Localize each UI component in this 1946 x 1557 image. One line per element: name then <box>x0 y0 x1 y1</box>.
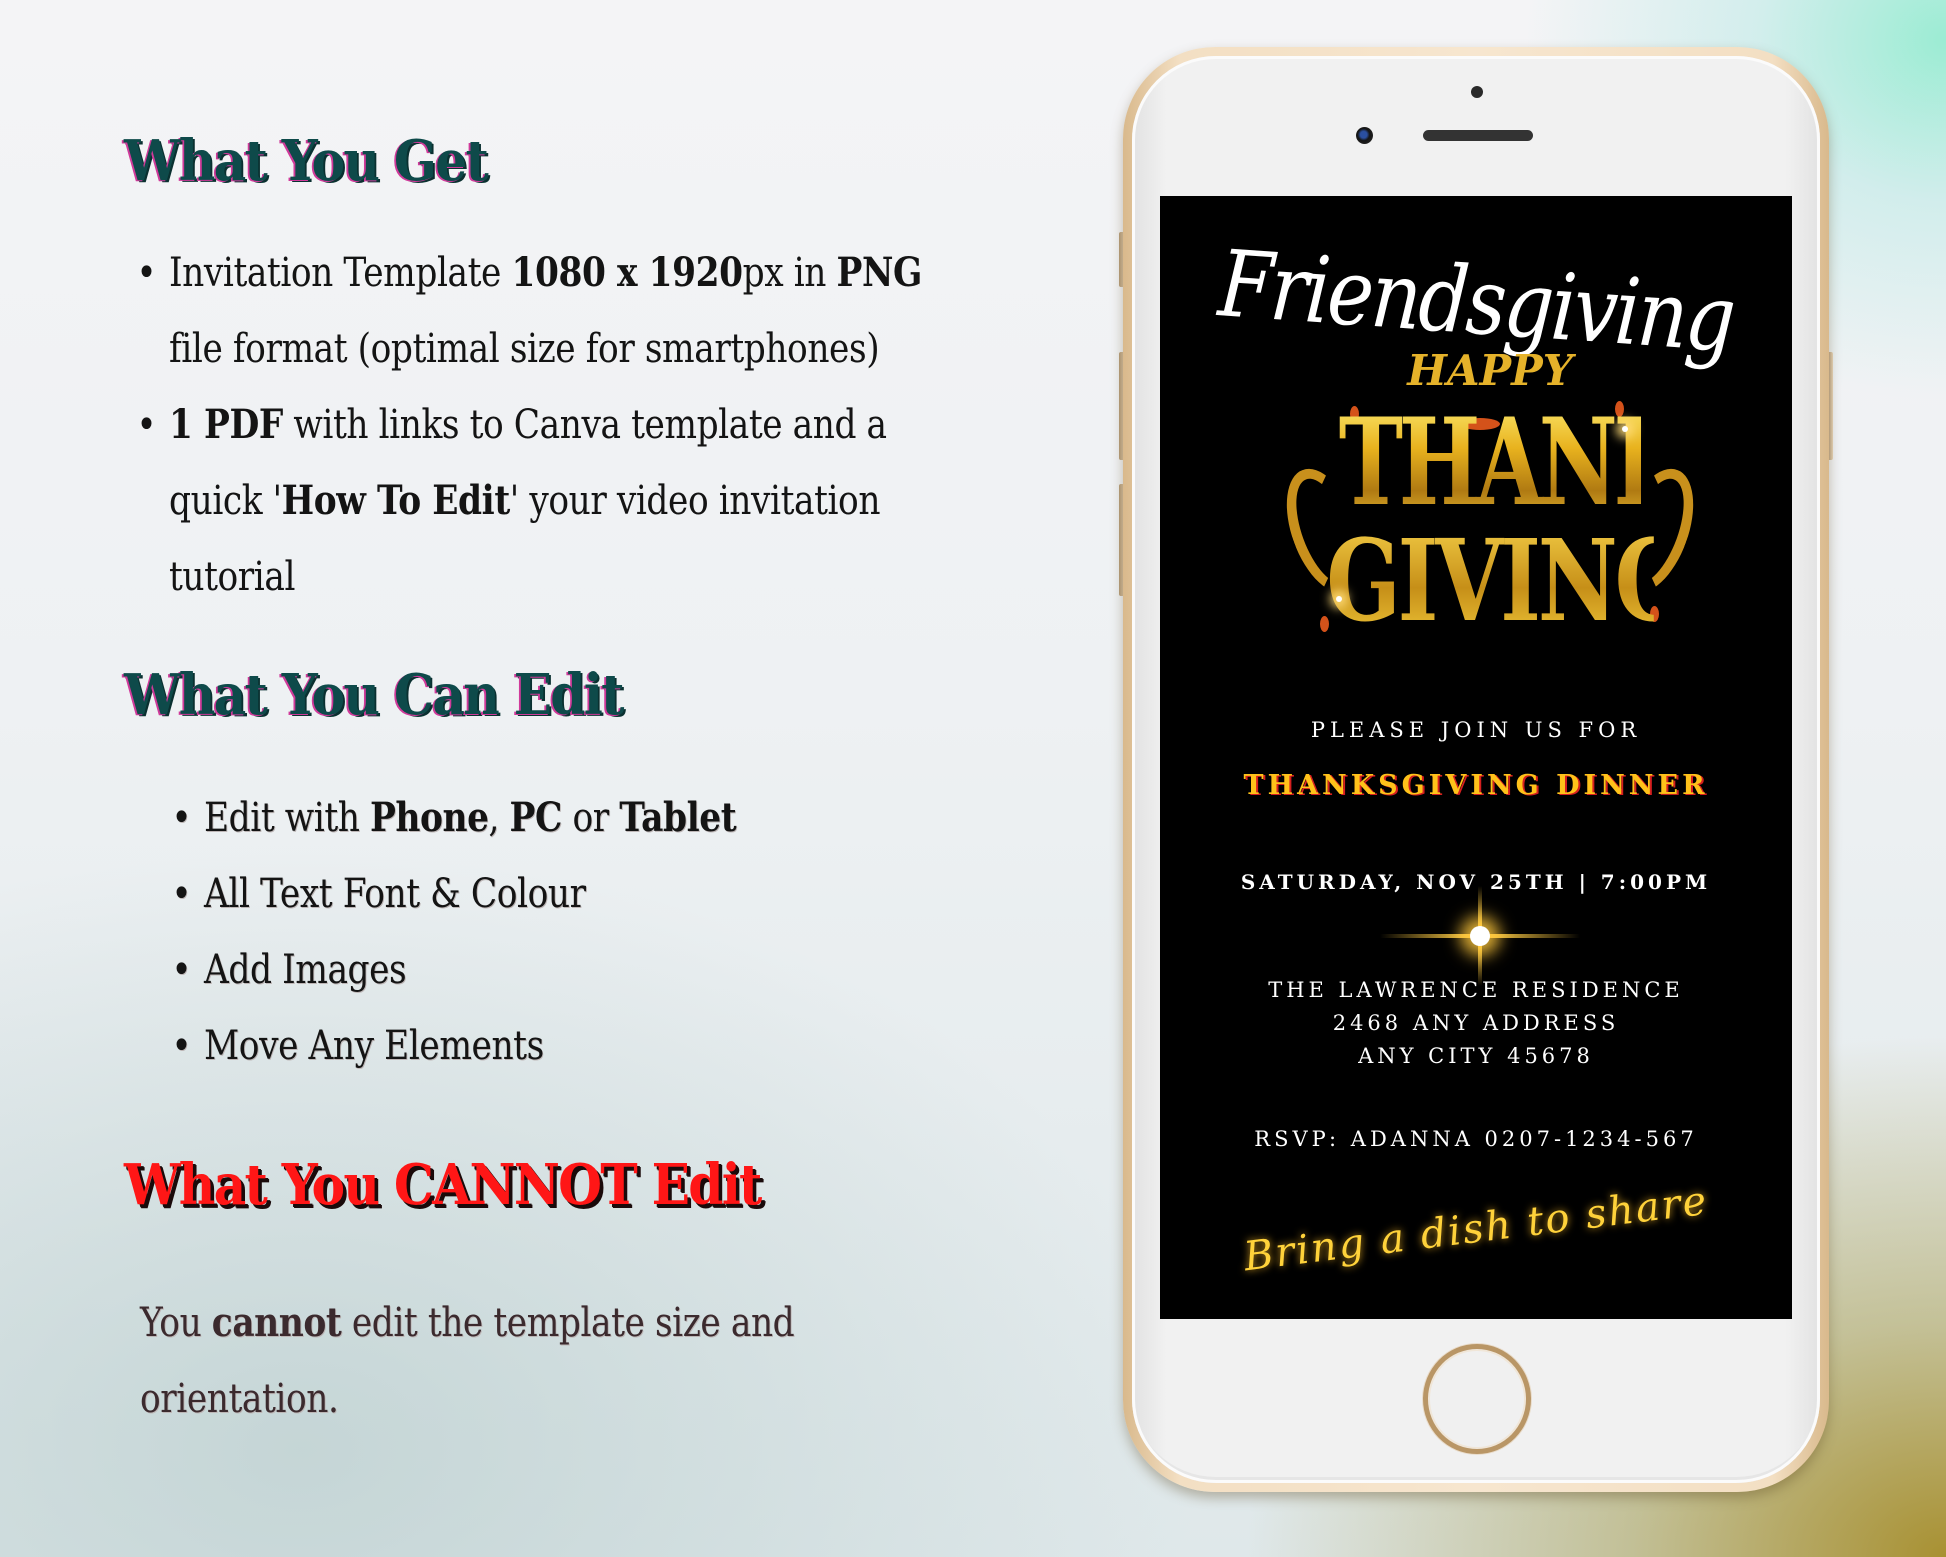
bring-dish-note: Bring a dish to share <box>1241 1177 1711 1281</box>
what-you-can-edit-heading: What You Can Edit <box>124 662 624 728</box>
earpiece-speaker-icon <box>1423 130 1533 141</box>
proximity-sensor-icon <box>1471 86 1483 98</box>
sparkle-icon <box>1336 596 1342 602</box>
bullet-icon: • <box>171 871 192 917</box>
what-you-cannot-edit-heading: What You CANNOT Edit <box>124 1152 762 1218</box>
bullet-icon: • <box>171 1023 192 1069</box>
list-item: • Add Images <box>171 942 736 1018</box>
bullet-icon: • <box>171 947 192 993</box>
happy-thanksgiving-artwork: HAPPY THANKS GIVING <box>1271 346 1747 686</box>
bullet-icon: • <box>136 402 157 448</box>
thanks-text: THANKS <box>1338 392 1747 533</box>
product-info-panel: What You Get • Invitation Template 1080 x… <box>0 0 1100 1557</box>
list-item: • Invitation Template 1080 x 1920px in PN… <box>136 245 922 321</box>
address-line: THE LAWRENCE RESIDENCE <box>1268 978 1684 1002</box>
front-camera-icon <box>1356 127 1373 144</box>
list-item: • Edit with Phone, PC or Tablet <box>171 790 736 866</box>
address-line: ANY CITY 45678 <box>1358 1044 1594 1068</box>
bullet-icon: • <box>171 795 192 841</box>
list-item-continuation: tutorial <box>169 554 296 600</box>
what-you-get-list: • Invitation Template 1080 x 1920px in PN… <box>136 245 1045 625</box>
address-line: 2468 ANY ADDRESS <box>1332 1011 1620 1035</box>
please-join-text: PLEASE JOIN US FOR <box>1310 718 1642 742</box>
event-datetime: SATURDAY, NOV 25TH | 7:00PM <box>1240 870 1712 894</box>
home-button <box>1423 1344 1531 1454</box>
what-you-get-heading: What You Get <box>124 128 489 194</box>
list-item: • Move Any Elements <box>171 1018 736 1094</box>
invitation-screen: Friendsgiving HAPPY THANKS GIVING PLEASE… <box>1160 196 1792 1319</box>
bullet-icon: • <box>136 250 157 296</box>
list-item-continuation: file format (optimal size for smartphone… <box>169 326 880 372</box>
giving-text: GIVING <box>1326 516 1689 647</box>
cannot-edit-description: You cannot edit the template size and ori… <box>140 1299 795 1422</box>
happy-text: HAPPY <box>1407 346 1573 395</box>
sparkle-icon <box>1622 426 1628 432</box>
what-you-can-edit-list: • Edit with Phone, PC or Tablet • All Text… <box>171 790 823 1094</box>
list-item: • 1 PDF with links to Canva template and … <box>136 397 922 473</box>
list-item-continuation: quick 'How To Edit' your video invitatio… <box>169 477 881 524</box>
list-item: • All Text Font & Colour <box>171 866 736 942</box>
rsvp-text: RSVP: ADANNA 0207-1234-567 <box>1254 1127 1698 1151</box>
event-name: THANKSGIVING DINNER <box>1243 770 1709 801</box>
